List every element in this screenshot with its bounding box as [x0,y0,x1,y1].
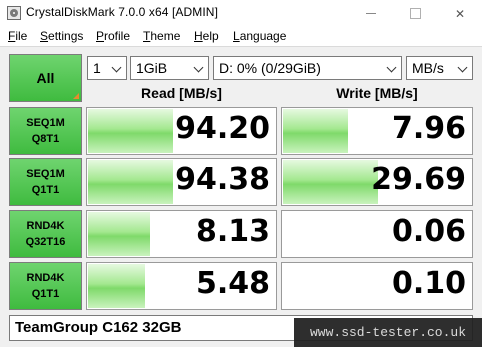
write-bar [283,160,378,204]
title-bar: CrystalDiskMark 7.0.0 x64 [ADMIN] [0,0,482,27]
test-button-rnd4k-q1t1[interactable]: RND4K Q1T1 [9,262,82,310]
test-params: Q32T16 [25,236,66,248]
minimize-button[interactable] [349,0,393,27]
write-result: 29.69 [281,158,473,206]
read-result: 94.20 [86,107,277,155]
disk-app-icon [7,6,21,20]
chevron-down-icon [112,61,122,75]
menu-help[interactable]: Help [194,29,219,43]
test-button-rnd4k-q32t16[interactable]: RND4K Q32T16 [9,210,82,258]
write-value: 7.96 [391,111,466,146]
read-result: 94.38 [86,158,277,206]
test-params: Q8T1 [31,133,60,145]
run-all-button[interactable]: All [9,54,82,102]
chevron-down-icon [458,61,468,75]
read-value: 5.48 [195,266,270,301]
menu-file[interactable]: File [8,29,27,43]
chevron-down-icon [387,61,397,75]
watermark: www.ssd-tester.co.uk [294,318,482,347]
test-name: RND4K [26,272,65,284]
test-button-seq1m-q1t1[interactable]: SEQ1M Q1T1 [9,158,82,206]
test-size-select[interactable]: 1GiB [130,56,209,80]
write-header: Write [MB/s] [336,85,418,101]
drive-select[interactable]: D: 0% (0/29GiB) [213,56,402,80]
chevron-down-icon [194,61,204,75]
test-count-value: 1 [93,60,101,76]
menu-profile[interactable]: Profile [96,29,130,43]
read-value: 94.38 [175,162,270,197]
read-bar [88,212,151,256]
write-value: 0.06 [391,214,466,249]
read-bar [88,160,174,204]
read-result: 5.48 [86,262,277,310]
write-result: 0.10 [281,262,473,310]
read-header: Read [MB/s] [141,85,222,101]
menu-theme[interactable]: Theme [143,29,180,43]
read-bar [88,264,145,308]
write-value: 0.10 [391,266,466,301]
write-result: 7.96 [281,107,473,155]
write-result: 0.06 [281,210,473,258]
test-params: Q1T1 [31,288,60,300]
menu-language[interactable]: Language [233,29,286,43]
menu-bar: File Settings Profile Theme Help Languag… [0,27,482,46]
close-button[interactable] [438,0,482,27]
write-value: 29.69 [371,162,466,197]
test-size-value: 1GiB [136,60,168,76]
test-button-seq1m-q8t1[interactable]: SEQ1M Q8T1 [9,107,82,155]
test-params: Q1T1 [31,184,60,196]
test-name: SEQ1M [26,168,65,180]
window-title: CrystalDiskMark 7.0.0 x64 [ADMIN] [26,5,219,19]
read-bar [88,109,174,153]
read-value: 94.20 [175,111,270,146]
drive-value: D: 0% (0/29GiB) [219,60,321,76]
maximize-button[interactable] [393,0,437,27]
menu-settings[interactable]: Settings [40,29,83,43]
test-name: SEQ1M [26,117,65,129]
unit-select[interactable]: MB/s [406,56,473,80]
write-bar [283,109,348,153]
test-count-select[interactable]: 1 [87,56,127,80]
read-value: 8.13 [195,214,270,249]
test-name: RND4K [26,220,65,232]
unit-value: MB/s [412,60,444,76]
read-result: 8.13 [86,210,277,258]
